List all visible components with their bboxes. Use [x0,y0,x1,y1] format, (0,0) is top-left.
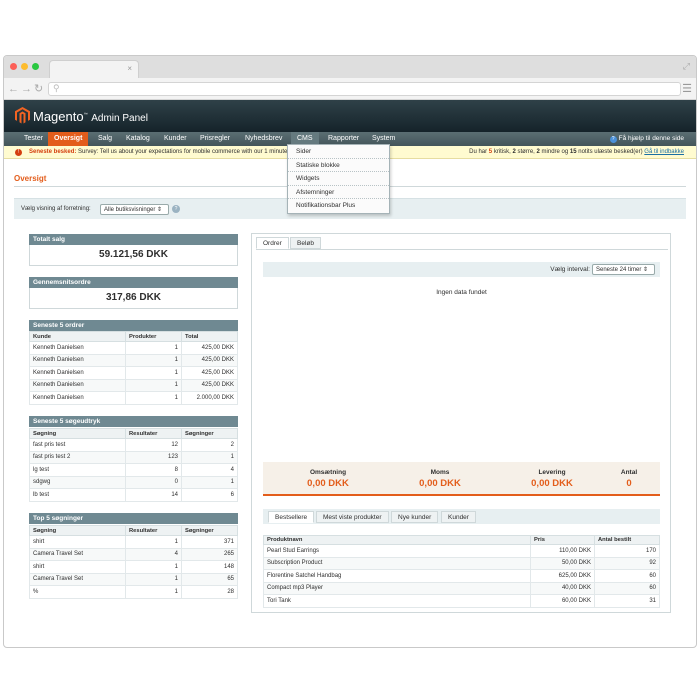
tab-divider [256,249,668,250]
page-title: Oversigt [14,174,47,183]
total-sales-title: Totalt salg [29,234,238,245]
table-row[interactable]: Kenneth Danielsen 1 425,00 DKK [29,378,238,392]
interval-label: Vælg interval: [550,266,590,273]
last-searches-table: Søgning Resultater Søgninger fast pris t… [29,428,238,502]
nav-salg[interactable]: Salg [92,132,118,146]
notice-label: Seneste besked: [29,149,77,155]
last-orders-table: Kunde Produkter Total Kenneth Danielsen 1… [29,331,238,405]
total-antal: Antal 0 [620,469,638,489]
last-orders-title: Seneste 5 ordrer [29,320,238,331]
no-data-message: Ingen data fundet [436,289,487,296]
help-link[interactable]: ? Få hjælp til denne side [609,132,684,146]
table-row[interactable]: Subscription Product 50,00 DKK 92 [263,556,660,570]
cms-dropdown-menu: Sider Statiske blokke Widgets Afstemning… [287,144,390,214]
table-row[interactable]: Pearl Stud Earrings 110,00 DKK 170 [263,544,660,558]
table-row[interactable]: Kenneth Danielsen 1 2.000,00 DKK [29,391,238,405]
avg-order-value: 317,86 DKK [29,288,238,309]
address-bar-row: ←→↻ ⚲ ☰ [4,78,696,100]
total-moms: Moms 0,00 DKK [419,469,461,489]
table-row[interactable]: Florentine Satchel Handbag 625,00 DKK 60 [263,569,660,583]
totals-bar: Omsætning 0,00 DKK Moms 0,00 DKK Levering 0… [263,462,660,496]
notice-message[interactable]: Survey: Tell us about your expectations … [78,146,287,159]
table-row[interactable]: shirt 1 148 [29,560,238,574]
tab-bestsellere[interactable]: Bestsellere [268,511,315,523]
total-sales-value: 59.121,56 DKK [29,245,238,266]
table-row[interactable]: fast pris test 12 2 [29,438,238,452]
table-row[interactable]: Kenneth Danielsen 1 425,00 DKK [29,366,238,380]
bestsellers-table: Produktnavn Pris Antal bestilt Pearl Stu… [263,535,660,608]
tab-kunder[interactable]: Kunder [441,511,476,523]
tab-ordrer[interactable]: Ordrer [256,237,289,249]
chevron-updown-icon: ⇕ [643,267,649,273]
col-header[interactable]: Søgninger [181,525,238,536]
nav-kunder[interactable]: Kunder [158,132,193,146]
table-row[interactable]: Kenneth Danielsen 1 425,00 DKK [29,341,238,355]
avg-order-title: Gennemsnitsordre [29,277,238,288]
col-header[interactable]: Søgninger [181,428,238,439]
nav-oversigt[interactable]: Oversigt [48,132,89,146]
top-searches-title: Top 5 søgninger [29,513,238,524]
browser-tabbar: × ⤢ [4,56,696,78]
menu-item-notifikationsbar-plus[interactable]: Notifikationsbar Plus [288,199,389,213]
url-input[interactable]: ⚲ [48,82,681,96]
interval-bar: Vælg interval: Seneste 24 timer ⇕ [263,262,660,277]
col-header[interactable]: Søgning [29,428,126,439]
store-switcher-select[interactable]: Alle butiksvisninger ⇕ [100,204,169,215]
table-row[interactable]: Camera Travel Set 1 65 [29,572,238,586]
fullscreen-icon[interactable]: ⤢ [683,61,690,72]
table-row[interactable]: shirt 1 371 [29,535,238,549]
table-row[interactable]: lb test 14 6 [29,488,238,502]
table-row[interactable]: Camera Travel Set 4 265 [29,547,238,561]
nav-katalog[interactable]: Katalog [120,132,156,146]
col-header[interactable]: Resultater [125,525,182,536]
help-icon: ? [609,136,617,143]
tab-mest-viste-produkter[interactable]: Mest viste produkter [316,511,389,523]
table-row[interactable]: Compact mp3 Player 40,00 DKK 60 [263,581,660,595]
menu-item-widgets[interactable]: Widgets [288,172,389,186]
magento-logo-icon [15,107,30,124]
chevron-updown-icon: ⇕ [157,207,163,213]
total-omsaetning: Omsætning 0,00 DKK [307,469,349,489]
col-header[interactable]: Produktnavn [263,535,531,545]
logo-text: Magento™ Admin Panel [33,109,148,124]
col-header[interactable]: Kunde [29,331,126,342]
hamburger-menu-icon[interactable]: ☰ [682,82,692,95]
table-row[interactable]: fast pris test 2 123 1 [29,450,238,464]
nav-prisregler[interactable]: Prisregler [194,132,236,146]
table-row[interactable]: lg test 8 4 [29,463,238,477]
inbox-link[interactable]: Gå til indbakke [644,149,684,155]
col-header[interactable]: Antal bestilt [594,535,660,545]
maximize-window-button[interactable] [32,63,39,70]
table-row[interactable]: sdgwg 0 1 [29,475,238,489]
top-searches-table: Søgning Resultater Søgninger shirt 1 371 C… [29,525,238,599]
admin-header: Magento™ Admin Panel [4,100,696,132]
table-row[interactable]: Tori Tank 60,00 DKK 31 [263,594,660,608]
menu-item-sider[interactable]: Sider [288,145,389,159]
browser-tab[interactable]: × [49,60,139,78]
col-header[interactable]: Pris [530,535,595,545]
interval-select[interactable]: Seneste 24 timer ⇕ [592,264,655,275]
help-icon[interactable]: ? [172,205,180,213]
col-header[interactable]: Søgning [29,525,126,536]
col-header[interactable]: Produkter [125,331,182,342]
tab-beloeb[interactable]: Beløb [290,237,321,249]
close-window-button[interactable] [10,63,17,70]
minimize-window-button[interactable] [21,63,28,70]
col-header[interactable]: Total [181,331,238,342]
tab-nye-kunder[interactable]: Nye kunder [391,511,439,523]
nav-tester[interactable]: Tester [18,132,49,146]
search-icon: ⚲ [53,83,60,93]
table-row[interactable]: % 1 28 [29,585,238,599]
nav-nyhedsbrev[interactable]: Nyhedsbrev [239,132,288,146]
warning-icon: ! [15,149,22,156]
menu-item-statiske-blokke[interactable]: Statiske blokke [288,159,389,173]
browser-nav-icons[interactable]: ←→↻ [8,82,45,95]
tab-close-icon[interactable]: × [127,64,132,73]
last-searches-title: Seneste 5 søgeudtryk [29,416,238,427]
store-switcher-label: Vælg visning af forretning: [21,206,91,212]
col-header[interactable]: Resultater [125,428,182,439]
menu-item-afstemninger[interactable]: Afstemninger [288,186,389,200]
table-row[interactable]: Kenneth Danielsen 1 425,00 DKK [29,353,238,367]
notice-counts: Du har 5 kritisk, 2 større, 2 mindre og … [469,149,684,155]
